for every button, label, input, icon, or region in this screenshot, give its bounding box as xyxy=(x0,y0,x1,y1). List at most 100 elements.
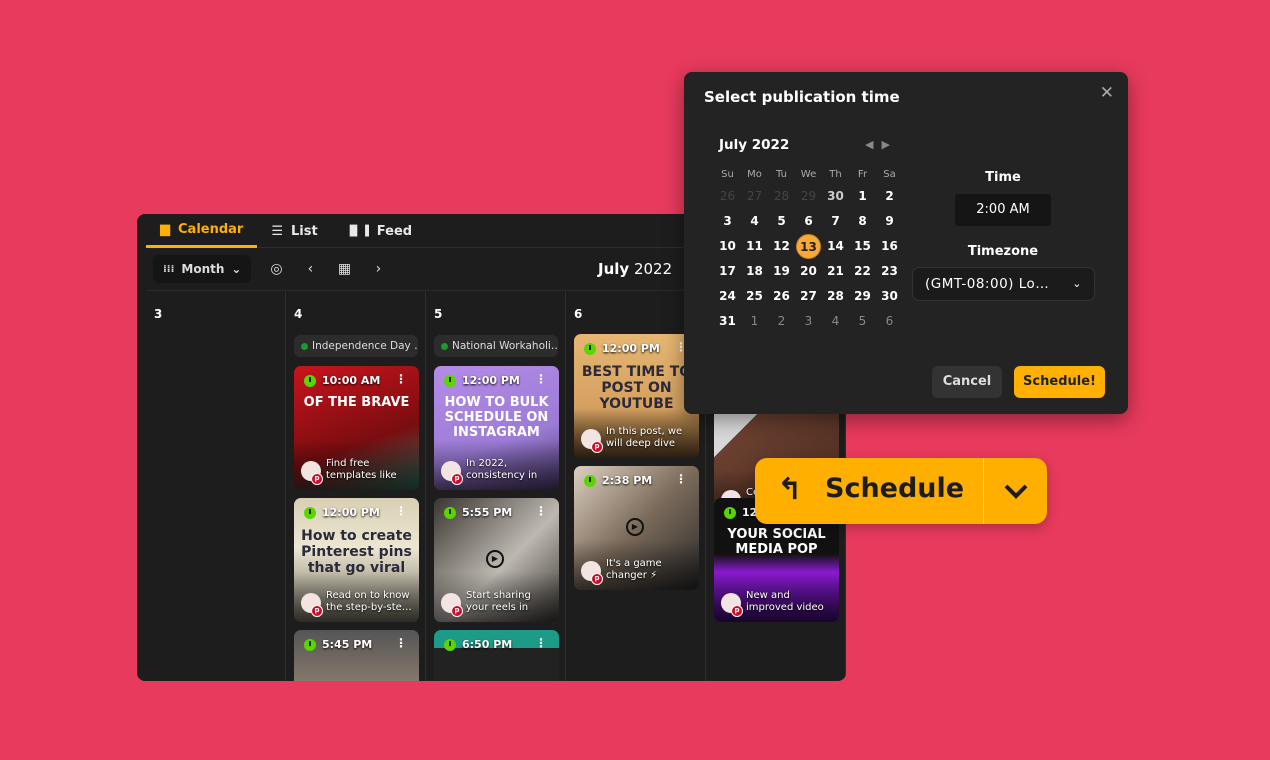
date-cell[interactable]: 31 xyxy=(714,309,741,334)
post-card[interactable]: 6:50 PM⋮ p xyxy=(434,630,559,681)
date-cell[interactable]: 30 xyxy=(822,184,849,209)
date-cell[interactable]: 1 xyxy=(741,309,768,334)
date-cell[interactable]: 6 xyxy=(876,309,903,334)
date-cell[interactable]: 11 xyxy=(741,234,768,259)
timezone-select[interactable]: (GMT-08:00) Lo… ⌄ xyxy=(912,267,1095,301)
date-cell[interactable]: 17 xyxy=(714,259,741,284)
more-options-icon[interactable]: ⋮ xyxy=(535,504,547,518)
date-cell[interactable]: 18 xyxy=(741,259,768,284)
day-cell[interactable]: 5 National Workaholi… HOW TO BULK SCHEDULE… xyxy=(426,291,566,681)
chevron-down-icon[interactable] xyxy=(1001,476,1031,506)
weekday-label: Fr xyxy=(857,169,868,180)
date-cell[interactable]: 14 xyxy=(822,234,849,259)
selected-date-cell[interactable]: 13 xyxy=(795,234,822,259)
more-options-icon[interactable]: ⋮ xyxy=(535,636,547,650)
date-cell[interactable]: 12 xyxy=(768,234,795,259)
more-options-icon[interactable]: ⋮ xyxy=(675,472,687,486)
date-cell[interactable]: 4 xyxy=(741,209,768,234)
post-caption: Find free templates like this one … xyxy=(326,458,397,481)
prev-month-icon[interactable]: ◀ xyxy=(865,138,873,151)
date-cell[interactable]: 2 xyxy=(876,184,903,209)
post-image-text: OF THE BRAVE xyxy=(303,395,410,410)
date-cell[interactable]: 21 xyxy=(822,259,849,284)
post-card[interactable]: ▶ 5:55 PM ⋮ p Start sharing your reels in… xyxy=(434,498,559,622)
more-options-icon[interactable]: ⋮ xyxy=(395,372,407,386)
cancel-button[interactable]: Cancel xyxy=(932,366,1002,398)
date-cell[interactable]: 16 xyxy=(876,234,903,259)
day-cell[interactable]: 3 xyxy=(146,291,286,681)
post-card[interactable]: OF THE BRAVE 10:00 AM ⋮ p Find free templ… xyxy=(294,366,419,490)
weekday-label: Su xyxy=(721,169,734,180)
date-cell[interactable]: 3 xyxy=(714,209,741,234)
play-icon[interactable]: ▶ xyxy=(486,550,504,568)
month-title: July 2022 xyxy=(598,260,672,278)
post-caption: Read on to know the step-by-ste… xyxy=(326,590,412,613)
date-cell[interactable]: 29 xyxy=(795,184,822,209)
date-cell[interactable]: 3 xyxy=(795,309,822,334)
date-picker-icon[interactable]: ▦ xyxy=(335,261,353,277)
chevron-down-icon: ⌄ xyxy=(231,262,242,276)
schedule-button[interactable]: Schedule xyxy=(825,473,964,504)
date-cell[interactable]: 1 xyxy=(849,184,876,209)
date-cell[interactable]: 8 xyxy=(849,209,876,234)
close-icon[interactable]: ✕ xyxy=(1100,83,1114,103)
date-cell[interactable]: 6 xyxy=(795,209,822,234)
picker-month-label: July 2022 xyxy=(719,137,790,153)
date-cell[interactable]: 5 xyxy=(849,309,876,334)
time-text: 12:00 PM xyxy=(602,342,660,355)
more-options-icon[interactable]: ⋮ xyxy=(395,504,407,518)
post-image-text: HOW TO BULK SCHEDULE ON INSTAGRAM xyxy=(444,395,549,440)
date-cell[interactable]: 10 xyxy=(714,234,741,259)
post-card[interactable]: BEST TIME TO POST ON YOUTUBE 12:00 PM ⋮ p… xyxy=(574,334,699,458)
date-cell[interactable]: 15 xyxy=(849,234,876,259)
date-cell[interactable]: 27 xyxy=(795,284,822,309)
post-card[interactable]: HOW TO BULK SCHEDULE ON INSTAGRAM 12:00 … xyxy=(434,366,559,490)
time-text: 12:00 PM xyxy=(322,506,380,519)
post-card[interactable]: How to create Pinterest pins that go vir… xyxy=(294,498,419,622)
schedule-confirm-button[interactable]: Schedule! xyxy=(1014,366,1105,398)
tab-feed[interactable]: ▐▌▐ Feed xyxy=(332,214,426,248)
calendar-icon: ▆ xyxy=(160,222,170,237)
date-cell[interactable]: 27 xyxy=(741,184,768,209)
date-cell[interactable]: 4 xyxy=(822,309,849,334)
timezone-label: Timezone xyxy=(967,244,1039,259)
post-time: 12:00 PM xyxy=(584,342,660,355)
weekday-label: We xyxy=(800,169,817,180)
list-icon: ☰ xyxy=(271,223,283,239)
locate-today-icon[interactable]: ◎ xyxy=(267,261,285,277)
view-select[interactable]: ⁞⁞⁞ Month ⌄ xyxy=(153,255,252,283)
post-card[interactable]: 5:45 PM⋮ p xyxy=(294,630,419,681)
date-cell[interactable]: 20 xyxy=(795,259,822,284)
date-cell[interactable]: 9 xyxy=(876,209,903,234)
date-cell[interactable]: 22 xyxy=(849,259,876,284)
date-cell[interactable]: 28 xyxy=(768,184,795,209)
date-cell[interactable]: 26 xyxy=(714,184,741,209)
date-cell[interactable]: 5 xyxy=(768,209,795,234)
next-month-icon[interactable]: ▶ xyxy=(881,138,889,151)
tab-list[interactable]: ☰ List xyxy=(257,214,331,248)
more-options-icon[interactable]: ⋮ xyxy=(395,636,407,650)
date-cell[interactable]: 24 xyxy=(714,284,741,309)
prev-month-button[interactable]: ‹ xyxy=(301,261,319,277)
play-icon[interactable]: ▶ xyxy=(626,518,644,536)
date-cell[interactable]: 23 xyxy=(876,259,903,284)
more-options-icon[interactable]: ⋮ xyxy=(535,372,547,386)
date-cell[interactable]: 19 xyxy=(768,259,795,284)
holiday-chip[interactable]: Independence Day … xyxy=(294,335,418,357)
selected-date[interactable]: 13 xyxy=(796,234,821,259)
date-cell[interactable]: 30 xyxy=(876,284,903,309)
date-cell[interactable]: 26 xyxy=(768,284,795,309)
pinterest-icon: p xyxy=(311,473,323,485)
date-cell[interactable]: 29 xyxy=(849,284,876,309)
next-month-button[interactable]: › xyxy=(369,261,387,277)
date-cell[interactable]: 7 xyxy=(822,209,849,234)
time-input[interactable]: 2:00 AM xyxy=(955,194,1051,226)
date-cell[interactable]: 25 xyxy=(741,284,768,309)
pinterest-icon: p xyxy=(591,573,603,585)
day-cell[interactable]: 4 Independence Day … OF THE BRAVE 10:00 AM… xyxy=(286,291,426,681)
date-cell[interactable]: 2 xyxy=(768,309,795,334)
date-cell[interactable]: 28 xyxy=(822,284,849,309)
tab-calendar[interactable]: ▆ Calendar xyxy=(146,214,258,248)
post-card[interactable]: ▶ 2:38 PM ⋮ p It's a game changer ⚡ #cont… xyxy=(574,466,699,590)
holiday-chip[interactable]: National Workaholi… xyxy=(434,335,558,357)
